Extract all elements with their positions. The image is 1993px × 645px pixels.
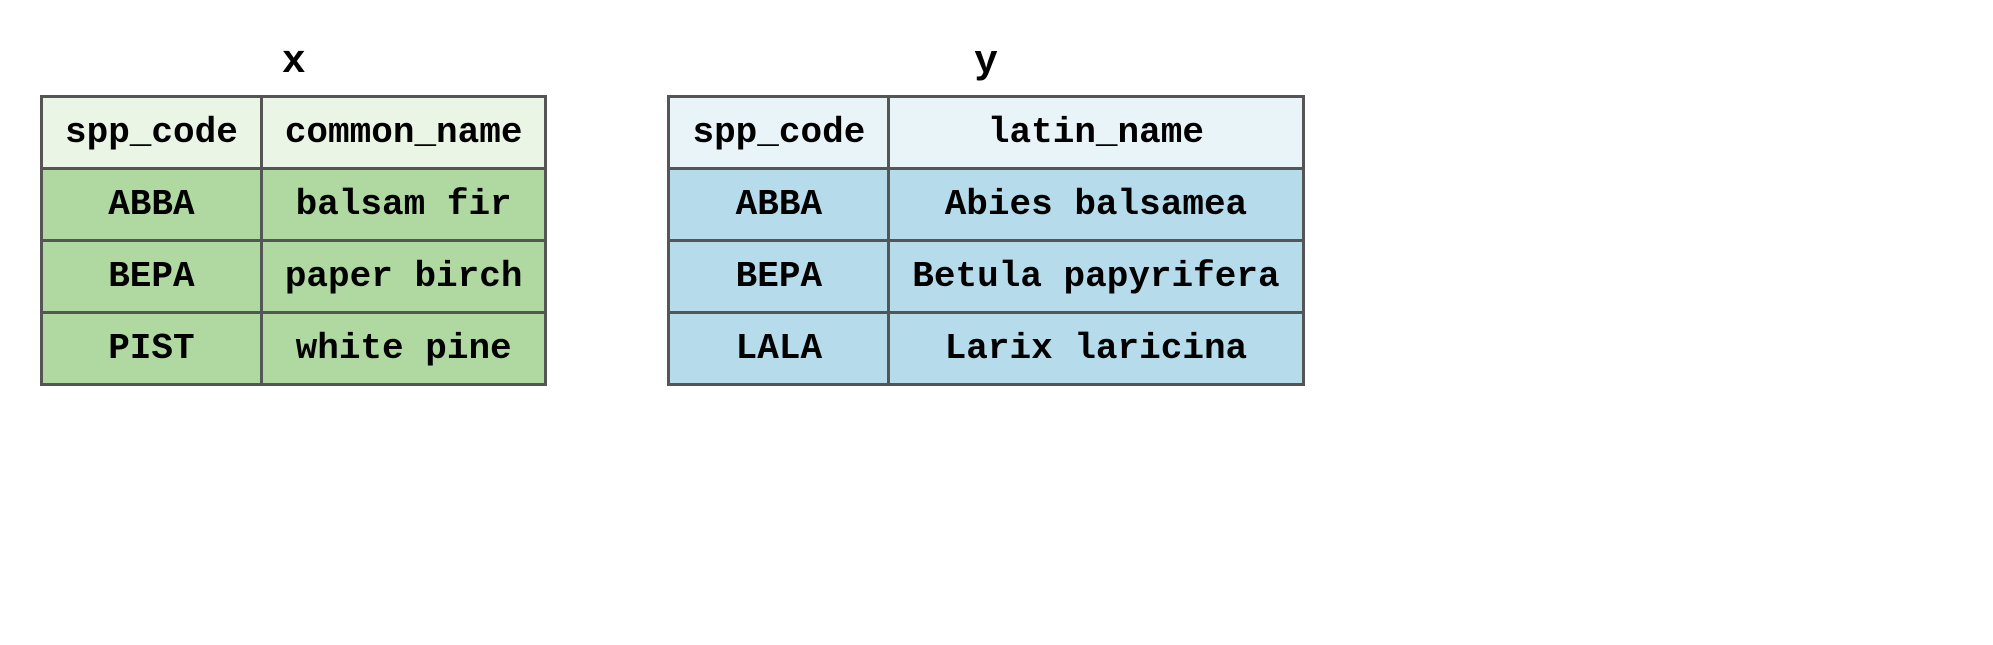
table-y-header-0: spp_code (669, 97, 889, 169)
table-y-title: y (974, 40, 998, 85)
table-x-header-1: common_name (261, 97, 546, 169)
table-y-cell: Abies balsamea (889, 169, 1303, 241)
table-row: ABBA balsam fir (42, 169, 546, 241)
table-row: LALA Larix laricina (669, 313, 1303, 385)
table-y-cell: Larix laricina (889, 313, 1303, 385)
table-row: ABBA Abies balsamea (669, 169, 1303, 241)
table-x-cell: paper birch (261, 241, 546, 313)
table-y: spp_code latin_name ABBA Abies balsamea … (667, 95, 1304, 386)
table-x-cell: white pine (261, 313, 546, 385)
table-row: BEPA Betula papyrifera (669, 241, 1303, 313)
table-row: spp_code latin_name (669, 97, 1303, 169)
table-x-cell: PIST (42, 313, 262, 385)
table-x-cell: ABBA (42, 169, 262, 241)
table-x-cell: balsam fir (261, 169, 546, 241)
table-y-cell: BEPA (669, 241, 889, 313)
table-x: spp_code common_name ABBA balsam fir BEP… (40, 95, 547, 386)
table-row: PIST white pine (42, 313, 546, 385)
table-row: BEPA paper birch (42, 241, 546, 313)
table-x-header-0: spp_code (42, 97, 262, 169)
table-x-title: x (282, 40, 306, 85)
table-x-block: x spp_code common_name ABBA balsam fir B… (40, 40, 547, 386)
table-y-block: y spp_code latin_name ABBA Abies balsame… (667, 40, 1304, 386)
table-y-cell: Betula papyrifera (889, 241, 1303, 313)
table-y-cell: ABBA (669, 169, 889, 241)
table-x-cell: BEPA (42, 241, 262, 313)
table-y-header-1: latin_name (889, 97, 1303, 169)
table-y-cell: LALA (669, 313, 889, 385)
table-row: spp_code common_name (42, 97, 546, 169)
